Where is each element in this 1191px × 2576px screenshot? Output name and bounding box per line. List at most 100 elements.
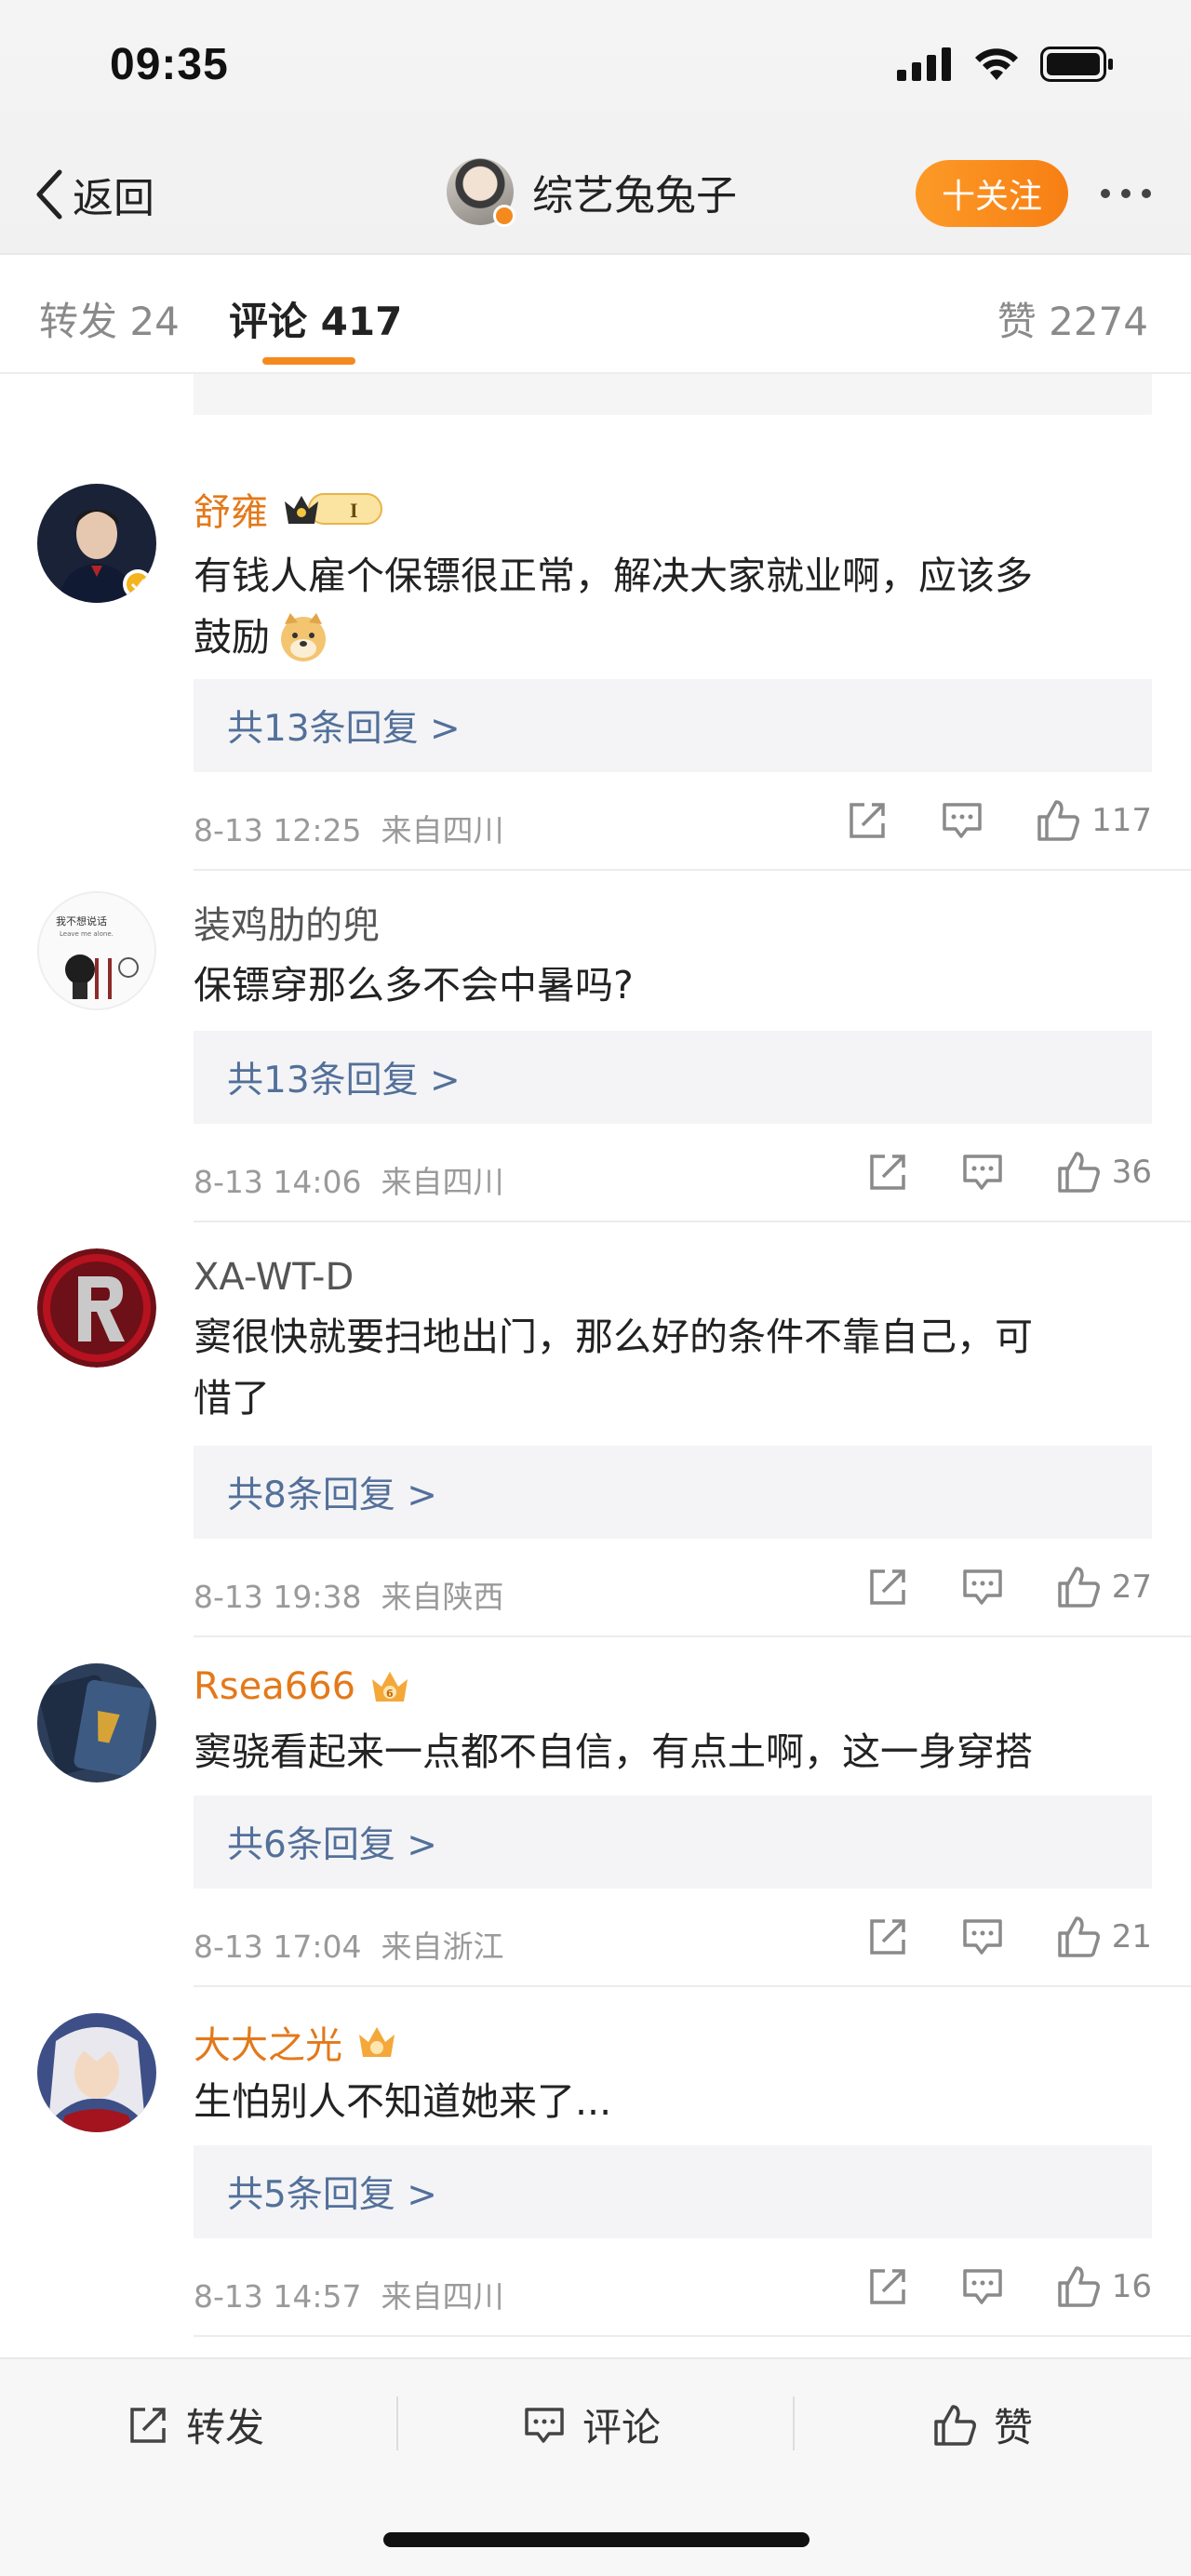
thumbs-up-icon	[934, 2404, 976, 2446]
more-dot-icon	[1121, 189, 1131, 198]
back-button[interactable]: 返回	[32, 162, 154, 227]
author-name[interactable]: 大大之光	[194, 2015, 342, 2069]
rockets-logo-icon	[37, 1248, 156, 1368]
follow-button[interactable]: 十关注	[916, 160, 1068, 227]
svg-text:I: I	[350, 499, 358, 522]
share-icon[interactable]	[846, 799, 889, 842]
more-dot-icon	[1101, 189, 1110, 198]
like-button[interactable]: 117	[1036, 798, 1152, 843]
like-button[interactable]: 27	[1056, 1565, 1152, 1609]
comment-button[interactable]: 评论	[523, 2396, 661, 2453]
repost-label: 转发	[186, 2405, 265, 2450]
replies-link[interactable]: 共6条回复 >	[194, 1795, 1152, 1889]
divider	[194, 2335, 1191, 2337]
comment-actions: 36	[866, 1150, 1152, 1195]
comment-location: 来自浙江	[381, 1929, 504, 1965]
comment-text-line: 鼓励	[194, 615, 270, 660]
share-icon[interactable]	[866, 1566, 909, 1608]
verified-badge-icon	[493, 205, 515, 227]
comment-text-line: 生怕别人不知道她来了...	[194, 2079, 612, 2124]
comment-icon[interactable]	[961, 1915, 1004, 1958]
author-line: XA-WT-D	[194, 1256, 354, 1299]
active-tab-indicator	[262, 357, 355, 365]
like-count: 21	[1111, 1918, 1152, 1955]
nav-bar: 返回 综艺兔兔子 十关注	[0, 140, 1191, 251]
comment-time: 8-13 12:25	[194, 812, 362, 848]
like-count: 16	[1111, 2268, 1152, 2305]
comment-time: 8-13 19:38	[194, 1579, 362, 1615]
avatar[interactable]	[447, 158, 515, 227]
replies-link[interactable]: 共13条回复 >	[194, 1031, 1152, 1124]
avatar-sketch-icon: 我不想说话 Leave me alone.	[39, 893, 154, 1008]
share-icon[interactable]	[866, 2265, 909, 2308]
repost-button[interactable]: 转发	[127, 2396, 264, 2453]
profile-name[interactable]: 综艺兔兔子	[532, 162, 737, 221]
replies-link[interactable]: 共5条回复 >	[194, 2145, 1152, 2238]
status-icons	[897, 47, 1115, 82]
author-name[interactable]: 舒雍	[194, 482, 268, 536]
avatar-anime-icon	[37, 2013, 156, 2132]
tab-repost[interactable]: 转发 24	[39, 290, 180, 347]
comment-location: 来自陕西	[381, 1579, 504, 1615]
comment-meta: 8-13 12:25 来自四川	[194, 806, 503, 850]
author-name[interactable]: Rsea666	[194, 1665, 355, 1708]
comment-actions: 27	[866, 1565, 1152, 1609]
avatar[interactable]: 我不想说话 Leave me alone.	[37, 891, 156, 1010]
wifi-icon	[975, 48, 1018, 80]
comment-time: 8-13 14:57	[194, 2278, 362, 2315]
status-bar: 09:35	[0, 0, 1191, 140]
author-line: Rsea666 6	[194, 1665, 411, 1708]
avatar[interactable]	[37, 2013, 156, 2132]
avatar[interactable]	[37, 1663, 156, 1782]
comment-location: 来自四川	[381, 812, 504, 848]
author-name[interactable]: 装鸡肋的兜	[194, 895, 380, 949]
svg-text:Leave me alone.: Leave me alone.	[60, 930, 114, 938]
tab-bar: 转发 24 评论 417 赞 2274	[0, 253, 1191, 374]
divider	[396, 2396, 398, 2450]
comment-meta: 8-13 19:38 来自陕西	[194, 1572, 503, 1617]
comment-icon[interactable]	[941, 799, 984, 842]
avatar[interactable]	[37, 484, 156, 603]
comment-icon[interactable]	[961, 1151, 1004, 1194]
more-dot-icon	[1142, 189, 1151, 198]
share-icon[interactable]	[866, 1151, 909, 1194]
like-count: 27	[1111, 1568, 1152, 1606]
like-button[interactable]: 36	[1056, 1150, 1152, 1195]
replies-link[interactable]: 共8条回复 >	[194, 1446, 1152, 1539]
avatar[interactable]	[37, 1248, 156, 1368]
share-icon[interactable]	[866, 1915, 909, 1958]
profile-header[interactable]: 综艺兔兔子	[447, 158, 737, 227]
divider	[194, 1985, 1191, 1987]
comment-text-line: 保镖穿那么多不会中暑吗?	[194, 963, 634, 1008]
replies-link[interactable]: 共13条回复 >	[194, 679, 1152, 772]
svg-text:6: 6	[386, 1688, 394, 1700]
comment-icon[interactable]	[961, 2265, 1004, 2308]
chevron-left-icon	[36, 169, 62, 220]
avatar-cards-icon	[37, 1663, 156, 1782]
like-button[interactable]: 赞	[932, 2396, 1033, 2453]
tab-like[interactable]: 赞 2274	[997, 290, 1148, 347]
previous-replies-box	[194, 374, 1152, 415]
comment-label: 评论	[582, 2405, 662, 2450]
tab-comment[interactable]: 评论 417	[229, 290, 402, 347]
more-options-button[interactable]	[1089, 164, 1163, 223]
comment-icon[interactable]	[961, 1566, 1004, 1608]
comment-text: 窦很快就要扫地出门，那么好的条件不靠自己，可 惜了	[194, 1306, 1152, 1429]
like-button[interactable]: 16	[1056, 2264, 1152, 2309]
comment-time: 8-13 17:04	[194, 1929, 362, 1965]
comment-text: 保镖穿那么多不会中暑吗?	[194, 954, 1152, 1016]
like-button[interactable]: 21	[1056, 1915, 1152, 1959]
avatar-portrait-icon	[37, 484, 156, 603]
comment-time: 8-13 14:06	[194, 1164, 362, 1200]
comment-text: 生怕别人不知道她来了...	[194, 2071, 1152, 2132]
thumbs-up-icon	[1057, 1916, 1100, 1957]
comment-actions: 21	[866, 1915, 1152, 1959]
author-name[interactable]: XA-WT-D	[194, 1256, 354, 1299]
battery-icon	[1040, 47, 1113, 82]
home-indicator	[383, 2532, 810, 2547]
comment-text-line: 窦很快就要扫地出门，那么好的条件不靠自己，可	[194, 1315, 1033, 1359]
comment-text-line: 有钱人雇个保镖很正常，解决大家就业啊，应该多	[194, 554, 1033, 598]
divider	[194, 1221, 1191, 1222]
comment-text-line: 惜了	[194, 1376, 270, 1421]
thumbs-up-icon	[1037, 800, 1080, 841]
